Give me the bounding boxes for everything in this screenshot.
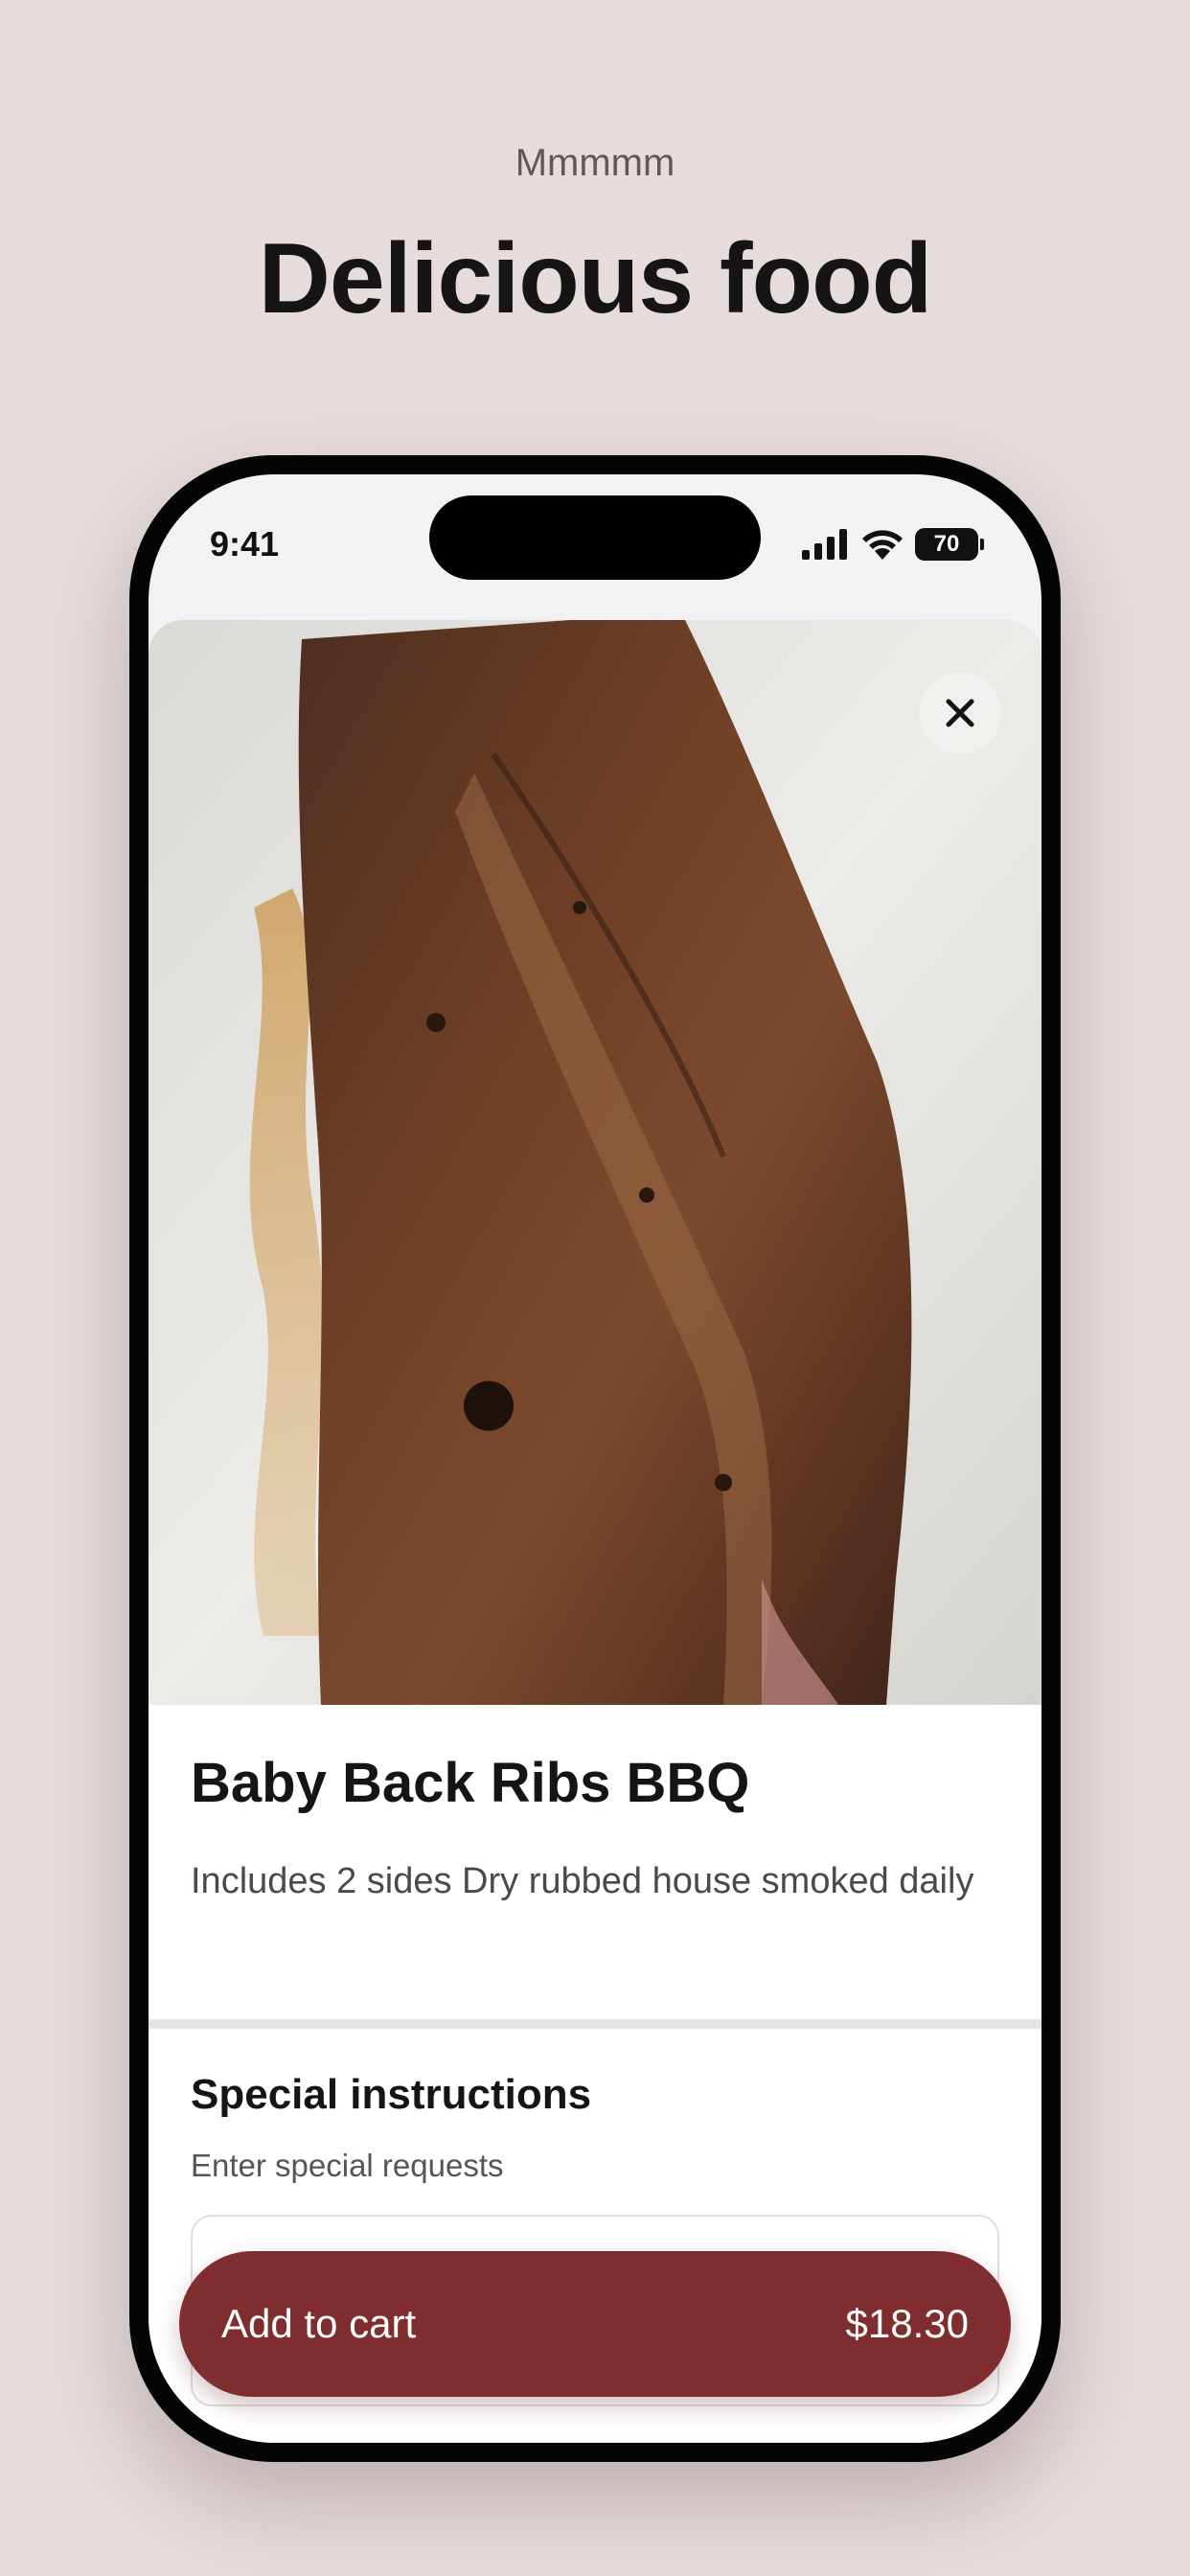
phone-frame: 9:41 70 Baby Back Ribs BBQ Includes 2 si… bbox=[129, 455, 1061, 2462]
item-description: Includes 2 sides Dry rubbed house smoked… bbox=[191, 1861, 974, 1901]
add-to-cart-button[interactable]: Add to cart $18.30 bbox=[179, 2251, 1011, 2397]
item-detail-sheet: Baby Back Ribs BBQ Includes 2 sides Dry … bbox=[149, 620, 1041, 2443]
item-photo bbox=[149, 620, 1041, 1705]
close-button[interactable] bbox=[919, 672, 1001, 754]
add-to-cart-price: $18.30 bbox=[845, 2301, 969, 2346]
special-instructions-title: Special instructions bbox=[191, 2071, 592, 2118]
status-icons: 70 bbox=[802, 528, 984, 561]
promo-eyebrow: Mmmmm bbox=[515, 142, 675, 184]
item-title: Baby Back Ribs BBQ bbox=[191, 1752, 750, 1814]
wifi-icon bbox=[862, 530, 903, 560]
promo-headline: Delicious food bbox=[258, 223, 932, 334]
section-divider bbox=[149, 2019, 1041, 2029]
battery-icon: 70 bbox=[915, 528, 984, 561]
add-to-cart-label: Add to cart bbox=[221, 2301, 417, 2346]
status-time: 9:41 bbox=[210, 524, 280, 564]
battery-level: 70 bbox=[933, 531, 960, 557]
phone-screen: 9:41 70 Baby Back Ribs BBQ Includes 2 si… bbox=[149, 474, 1041, 2443]
cellular-signal-icon bbox=[802, 529, 847, 560]
close-icon bbox=[946, 699, 974, 727]
special-instructions-subtitle: Enter special requests bbox=[191, 2148, 504, 2183]
dynamic-island bbox=[429, 495, 761, 580]
